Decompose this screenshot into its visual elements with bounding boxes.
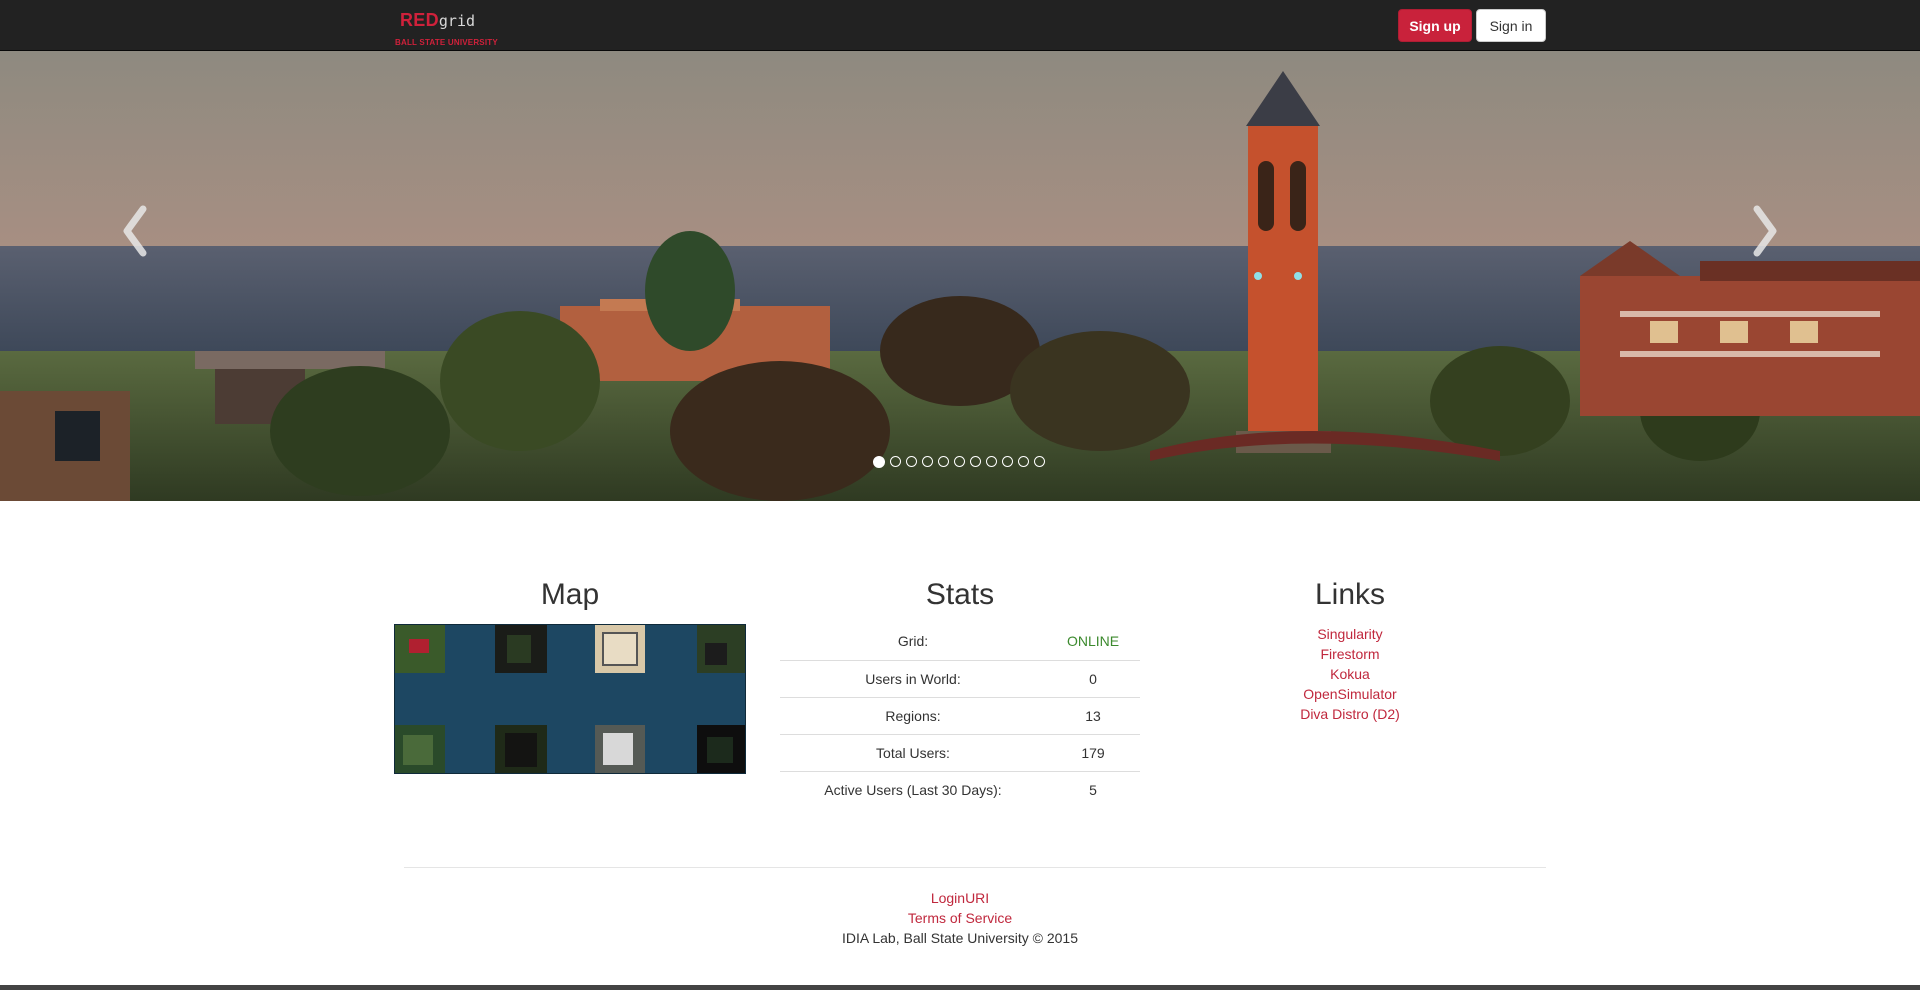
stats-heading: Stats [925,578,995,611]
brand-logo[interactable]: REDgrid BALL STATE UNIVERSITY [395,10,505,48]
stat-value: 0 [1046,659,1140,697]
carousel-indicator[interactable] [954,456,965,468]
carousel-indicator[interactable] [1018,456,1029,468]
stat-value: 13 [1046,696,1140,734]
table-row: Users in World: 0 [780,659,1140,697]
stat-label: Users in World: [780,659,1046,697]
link-kokua[interactable]: Kokua [1190,664,1510,684]
links-heading: Links [1314,578,1386,611]
chevron-left-icon [123,205,147,257]
carousel-next-control[interactable] [1745,201,1805,281]
chevron-right-icon [1753,205,1777,257]
table-row: Regions: 13 [780,696,1140,734]
carousel-indicators [873,453,1050,468]
footer-divider [404,867,1546,868]
table-row: Grid: ONLINE [780,623,1140,660]
carousel-slide-image [0,51,1920,501]
stat-label: Regions: [780,696,1046,734]
terms-of-service-link[interactable]: Terms of Service [760,908,1160,928]
grid-map-image[interactable] [394,624,746,774]
link-singularity[interactable]: Singularity [1190,624,1510,644]
carousel-indicator[interactable] [1034,456,1045,468]
carousel-indicator[interactable] [922,456,933,468]
viewer-links-list: Singularity Firestorm Kokua OpenSimulato… [1190,624,1510,724]
window-bottom-edge [0,985,1920,990]
stat-label: Grid: [897,633,929,650]
carousel-indicator[interactable] [938,456,949,468]
stat-label: Active Users (Last 30 Days): [780,770,1046,808]
top-navbar: REDgrid BALL STATE UNIVERSITY Sign up Si… [0,0,1920,51]
stat-value: 5 [1046,770,1140,808]
link-opensimulator[interactable]: OpenSimulator [1190,684,1510,704]
table-row: Total Users: 179 [780,733,1140,771]
map-heading: Map [540,578,600,611]
carousel-indicator[interactable] [890,456,901,468]
carousel-indicator[interactable] [970,456,981,468]
carousel-indicator[interactable] [873,455,885,468]
brand-red-text: RED [400,10,439,30]
carousel-indicator[interactable] [906,456,917,468]
link-diva-distro[interactable]: Diva Distro (D2) [1190,704,1510,724]
copyright-text: IDIA Lab, Ball State University © 2015 [842,930,1078,946]
brand-wordmark: REDgrid [400,10,475,31]
login-uri-link[interactable]: LoginURI [760,888,1160,908]
stat-label: Total Users: [780,733,1046,771]
link-firestorm[interactable]: Firestorm [1190,644,1510,664]
carousel-prev-control[interactable] [115,201,175,281]
footer: LoginURI Terms of Service IDIA Lab, Ball… [760,888,1160,948]
carousel-indicator[interactable] [986,456,997,468]
stats-table: Grid: ONLINE Users in World: 0 Regions: … [780,623,1140,808]
table-row: Active Users (Last 30 Days): 5 [780,770,1140,808]
hero-carousel [0,51,1920,501]
brand-subtitle: BALL STATE UNIVERSITY [395,38,498,47]
sign-in-button[interactable]: Sign in [1476,9,1546,42]
region-tiles [395,625,745,773]
carousel-indicator[interactable] [1002,456,1013,468]
brand-grid-text: grid [438,12,476,30]
grid-status-value: ONLINE [1066,633,1120,650]
sign-up-button[interactable]: Sign up [1398,9,1472,42]
stat-value: 179 [1046,733,1140,771]
